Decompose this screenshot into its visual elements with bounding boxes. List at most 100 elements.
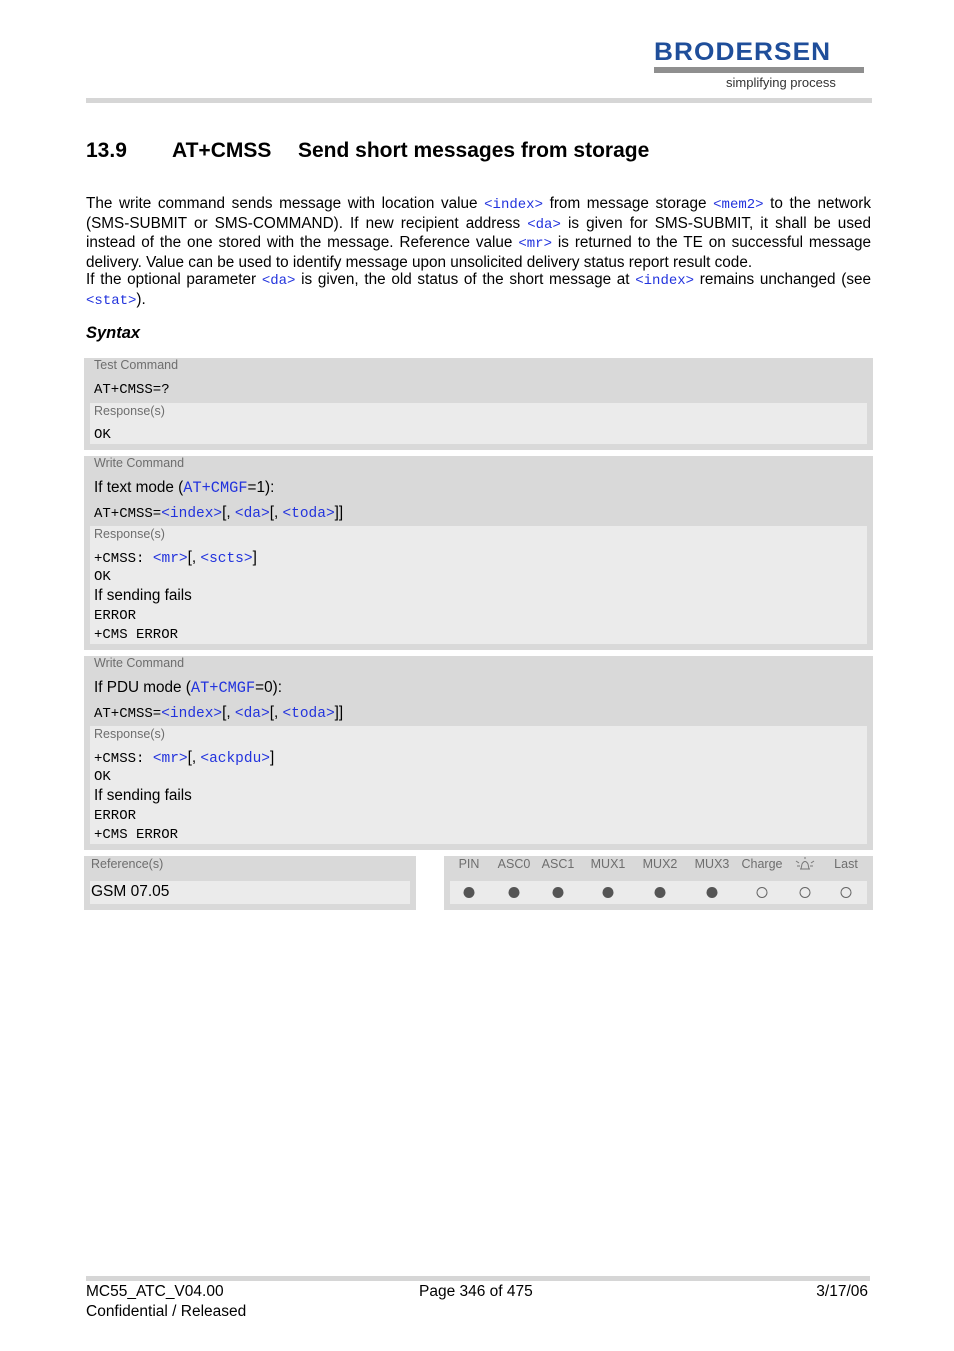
param-scts-link[interactable]: <scts>	[200, 551, 252, 567]
text: +CMSS:	[94, 751, 153, 767]
text: [,	[222, 504, 235, 521]
text: ).	[136, 290, 146, 308]
response-label: Response(s)	[94, 527, 165, 541]
mode-condition: If text mode (AT+CMGF=1):	[94, 479, 274, 497]
param-ackpdu-link[interactable]: <ackpdu>	[200, 751, 270, 767]
response-cms-error: +CMS ERROR	[94, 627, 179, 643]
status-column-header: MUX3	[694, 857, 730, 871]
status-column-header: ASC0	[497, 857, 531, 871]
status-column-header: Last	[834, 857, 858, 871]
footer-doc-id: MC55_ATC_V04.00	[86, 1283, 224, 1300]
response-label: Response(s)	[94, 727, 165, 741]
status-dot-filled	[463, 887, 475, 898]
param-da-link[interactable]: <da>	[527, 217, 561, 233]
fail-condition: If sending fails	[94, 587, 192, 604]
footer-divider	[86, 1276, 870, 1281]
test-command-label: Test Command	[94, 358, 179, 372]
param-index-link[interactable]: <index>	[484, 197, 543, 213]
text: ]]	[334, 704, 344, 721]
write-response-box: Response(s) +CMSS: <mr>[, <scts>] OK If …	[90, 526, 867, 644]
text: If PDU mode (	[94, 679, 191, 696]
text: The write command sends message with loc…	[86, 195, 485, 212]
text: AT+CMSS=	[94, 706, 162, 722]
text: ]	[270, 749, 275, 766]
text: [,	[269, 504, 283, 521]
footer-classification: Confidential / Released	[86, 1303, 247, 1320]
intro-text: The write command sends message with loc…	[86, 195, 871, 311]
param-toda-link[interactable]: <toda>	[282, 506, 334, 522]
status-dot-filled	[602, 887, 614, 898]
status-dot-empty	[840, 887, 852, 898]
param-da-link[interactable]: <da>	[235, 506, 270, 522]
status-dots-row	[450, 881, 867, 904]
fail-condition: If sending fails	[94, 787, 192, 804]
section-number: 13.9	[86, 139, 127, 162]
test-response-box: Response(s) OK	[90, 403, 867, 444]
param-da-link[interactable]: <da>	[262, 273, 296, 289]
text: [,	[269, 704, 283, 721]
response-ok: OK	[94, 569, 111, 585]
text: +CMSS:	[94, 551, 153, 567]
logo-wordmark: BRODERSEN	[654, 38, 832, 66]
param-index-link[interactable]: <index>	[635, 273, 694, 289]
reference-value-box: GSM 07.05	[90, 881, 410, 904]
status-dot-filled	[706, 887, 718, 898]
alarm-bell-icon	[795, 857, 815, 875]
param-index-link[interactable]: <index>	[161, 506, 222, 522]
status-dot-filled	[654, 887, 666, 898]
header-divider	[86, 98, 872, 103]
write-response-box: Response(s) +CMSS: <mr>[, <ackpdu>] OK I…	[90, 726, 867, 844]
intro-paragraph-1: The write command sends message with loc…	[86, 195, 871, 271]
footer-page-number: Page 346 of 475	[419, 1283, 533, 1300]
text: If text mode (	[94, 479, 184, 496]
write-command-syntax: AT+CMSS=<index>[, <da>[, <toda>]]	[94, 704, 343, 722]
write-command-pdu-box: Write Command If PDU mode (AT+CMGF=0): A…	[84, 656, 873, 850]
status-dot-empty	[799, 887, 811, 898]
response-error: ERROR	[94, 608, 137, 624]
response-ok: OK	[94, 427, 111, 443]
text: [,	[187, 549, 201, 566]
status-column-header: ASC1	[541, 857, 575, 871]
reference-value: GSM 07.05	[91, 883, 170, 900]
status-column-header: MUX1	[590, 857, 626, 871]
param-mem2-link[interactable]: <mem2>	[713, 197, 763, 213]
text: ]	[252, 549, 257, 566]
status-table: PIN ASC0 ASC1 MUX1 MUX2 MUX3 Charge Last	[444, 856, 873, 910]
syntax-heading: Syntax	[86, 324, 141, 342]
status-dot-empty	[756, 887, 768, 898]
logo-tagline: simplifying process	[726, 75, 836, 90]
test-command-syntax: AT+CMSS=?	[94, 382, 170, 398]
param-toda-link[interactable]: <toda>	[282, 706, 334, 722]
param-mr-link[interactable]: <mr>	[153, 751, 188, 767]
param-mr-link[interactable]: <mr>	[153, 551, 188, 567]
param-mr-link[interactable]: <mr>	[518, 236, 552, 252]
write-command-label: Write Command	[94, 656, 185, 670]
response-cmss: +CMSS: <mr>[, <ackpdu>]	[94, 749, 274, 767]
reference-box: Reference(s) GSM 07.05	[84, 856, 416, 910]
text: remains unchanged (see	[694, 271, 871, 289]
text: =1):	[247, 479, 275, 496]
param-da-link[interactable]: <da>	[235, 706, 270, 722]
reference-label: Reference(s)	[91, 857, 164, 871]
footer-date: 3/17/06	[816, 1283, 868, 1300]
at-cmgf-link[interactable]: AT+CMGF	[191, 679, 255, 697]
write-command-syntax: AT+CMSS=<index>[, <da>[, <toda>]]	[94, 504, 343, 522]
response-ok: OK	[94, 769, 111, 785]
text: [,	[187, 749, 201, 766]
status-dot-filled	[508, 887, 520, 898]
write-command-label: Write Command	[94, 456, 185, 470]
response-error: ERROR	[94, 808, 137, 824]
text: If the optional parameter	[86, 271, 262, 289]
section-title: 13.9 AT+CMSS Send short messages from stor…	[86, 139, 649, 163]
status-dot-filled	[552, 887, 564, 898]
response-cms-error: +CMS ERROR	[94, 827, 179, 843]
param-stat-link[interactable]: <stat>	[86, 293, 136, 309]
text: from message storage	[542, 195, 714, 212]
section-heading: Send short messages from storage	[298, 139, 650, 162]
response-label: Response(s)	[94, 404, 165, 418]
at-cmgf-link[interactable]: AT+CMGF	[183, 479, 247, 497]
response-cmss: +CMSS: <mr>[, <scts>]	[94, 549, 257, 567]
param-index-link[interactable]: <index>	[161, 706, 222, 722]
text: =0):	[255, 679, 282, 696]
write-command-text-box: Write Command If text mode (AT+CMGF=1): …	[84, 456, 873, 650]
